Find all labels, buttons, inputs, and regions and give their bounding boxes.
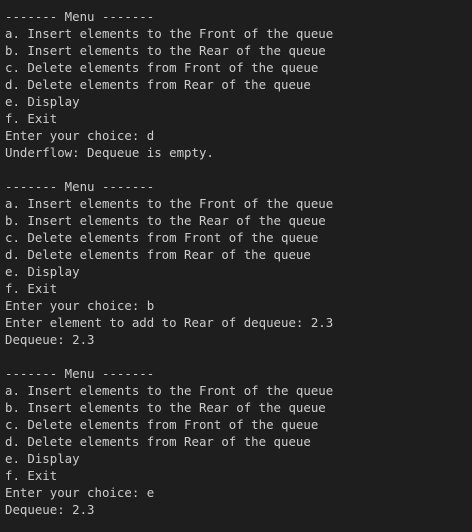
menu-option-b-line: b. Insert elements to the Rear of the qu… (5, 213, 326, 228)
menu-option-c-line: c. Delete elements from Front of the que… (5, 230, 319, 245)
menu-option-f-line: f. Exit (5, 468, 58, 483)
output-line: Dequeue: 2.3 (5, 502, 95, 517)
menu-option-d-line: d. Delete elements from Rear of the queu… (5, 434, 311, 449)
menu-option-c-line: c. Delete elements from Front of the que… (5, 60, 319, 75)
menu-option-b-line: b. Insert elements to the Rear of the qu… (5, 400, 326, 415)
menu-option-e-line: e. Display (5, 94, 80, 109)
menu-option-c-line: c. Delete elements from Front of the que… (5, 417, 319, 432)
element-prompt-line: Enter element to add to Rear of dequeue:… (5, 315, 334, 330)
menu-option-f-line: f. Exit (5, 281, 58, 296)
output-line: Dequeue: 2.3 (5, 332, 95, 347)
menu-header-line: ------- Menu ------- (5, 9, 155, 24)
menu-option-a-line: a. Insert elements to the Front of the q… (5, 383, 334, 398)
menu-option-f-line: f. Exit (5, 111, 58, 126)
menu-option-d-line: d. Delete elements from Rear of the queu… (5, 77, 311, 92)
menu-option-d-line: d. Delete elements from Rear of the queu… (5, 247, 311, 262)
output-line: Underflow: Dequeue is empty. (5, 145, 214, 160)
choice-prompt-line: Enter your choice: d (5, 128, 155, 143)
terminal-output[interactable]: ------- Menu ------- a. Insert elements … (0, 0, 472, 532)
menu-header-line: ------- Menu ------- (5, 179, 155, 194)
menu-option-a-line: a. Insert elements to the Front of the q… (5, 26, 334, 41)
menu-header-line: ------- Menu ------- (5, 366, 155, 381)
choice-prompt-line: Enter your choice: b (5, 298, 155, 313)
choice-prompt-line: Enter your choice: e (5, 485, 155, 500)
menu-option-a-line: a. Insert elements to the Front of the q… (5, 196, 334, 211)
menu-option-b-line: b. Insert elements to the Rear of the qu… (5, 43, 326, 58)
menu-option-e-line: e. Display (5, 451, 80, 466)
menu-option-e-line: e. Display (5, 264, 80, 279)
